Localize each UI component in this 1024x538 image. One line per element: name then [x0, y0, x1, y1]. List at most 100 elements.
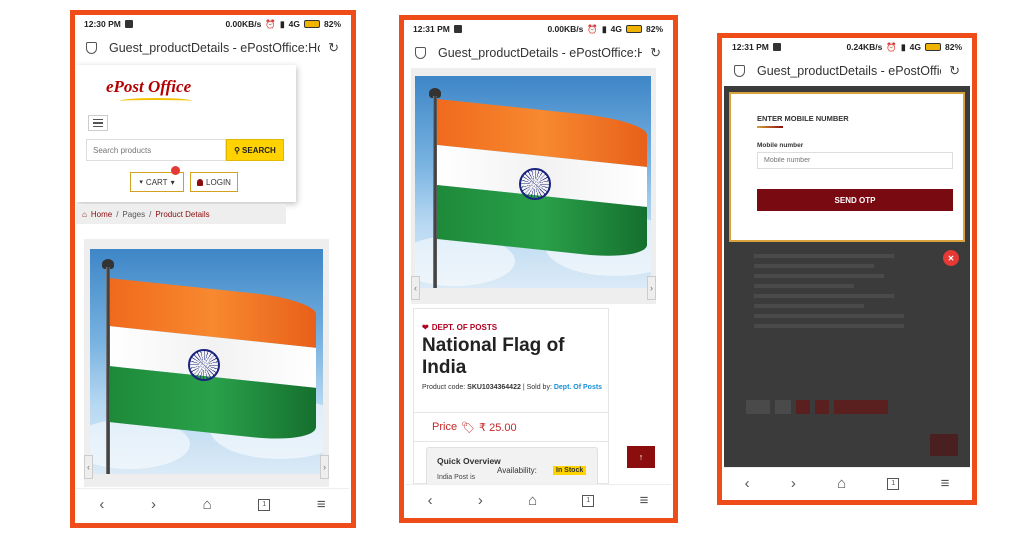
notification-icon	[772, 43, 781, 51]
home-icon[interactable]: ⌂	[837, 475, 846, 492]
tabs-icon[interactable]: 1	[258, 498, 271, 511]
logo-text: Post Office	[113, 77, 192, 96]
battery-icon	[625, 25, 642, 33]
home-icon: ⌂	[82, 209, 87, 219]
close-icon[interactable]: ✕	[943, 250, 959, 266]
ashoka-chakra	[188, 349, 220, 381]
notification-icon	[453, 25, 462, 33]
back-icon[interactable]: ‹	[428, 492, 433, 509]
back-icon[interactable]: ‹	[745, 475, 750, 492]
status-bar: 12:31 PM 0.24KB/s ⏰ ▮ 4G 82%	[724, 38, 970, 56]
dept-label: ❤ DEPT. OF POSTS	[422, 323, 497, 332]
product-code: SKU1034364422	[467, 384, 521, 391]
dept-name: DEPT. OF POSTS	[431, 323, 498, 332]
heart-icon: ❤	[422, 323, 429, 332]
scroll-top-button[interactable]: ↑	[627, 446, 655, 468]
signal-icon: ▮	[900, 41, 906, 52]
search-button-label: SEARCH	[242, 145, 276, 155]
address-bar[interactable]: Guest_productDetails - ePostOffice:Ho ↻	[76, 33, 349, 63]
menu-icon[interactable]: ≡	[640, 492, 649, 509]
address-bar[interactable]: Guest_productDetails - ePostOffice:Ho ↻	[724, 56, 970, 86]
reload-icon[interactable]: ↻	[949, 63, 960, 79]
site-logo[interactable]: ePost Office	[106, 77, 191, 97]
stock-badge: In Stock	[553, 466, 587, 475]
status-battery: 82%	[944, 42, 962, 52]
dimmed-scroll-top-button	[930, 434, 958, 456]
menu-icon[interactable]: ≡	[941, 475, 950, 492]
tag-icon: 🏷	[461, 421, 476, 434]
address-bar[interactable]: Guest_productDetails - ePostOffice:Ho ↻	[405, 38, 671, 68]
breadcrumb-separator: /	[116, 209, 119, 219]
phone-screen-3: 12:31 PM 0.24KB/s ⏰ ▮ 4G 82% Guest_produ…	[724, 38, 970, 499]
gallery-next-button[interactable]: ›	[320, 455, 329, 479]
product-meta: Product code: SKU1034364422 | Sold by: D…	[422, 382, 610, 394]
availability-label: Availability:	[497, 466, 537, 475]
menu-icon[interactable]: ≡	[317, 496, 326, 513]
page-url[interactable]: Guest_productDetails - ePostOffice:Ho	[757, 64, 941, 78]
gallery-next-button[interactable]: ›	[647, 276, 656, 300]
cart-label: CART	[145, 177, 168, 187]
user-icon	[197, 178, 204, 186]
forward-icon[interactable]: ›	[478, 492, 483, 509]
forward-icon[interactable]: ›	[151, 496, 156, 513]
search-input[interactable]	[86, 139, 226, 161]
quick-overview-box: Quick Overview India Post is Availabilit…	[426, 447, 598, 487]
shield-icon	[415, 47, 426, 59]
product-info-card: ❤ DEPT. OF POSTS National Flag of India …	[413, 308, 610, 487]
logo-swoosh	[120, 98, 192, 104]
product-image[interactable]	[90, 249, 323, 474]
product-gallery: ‹ ›	[411, 68, 656, 304]
product-gallery: ‹ ›	[84, 239, 329, 487]
gallery-prev-button[interactable]: ‹	[84, 455, 93, 479]
cart-icon: ▾	[139, 179, 143, 186]
alarm-icon: ⏰	[587, 23, 598, 34]
tabs-icon[interactable]: 1	[887, 477, 900, 490]
cart-button[interactable]: ▾ CART ▾	[130, 172, 184, 192]
hamburger-menu-button[interactable]	[88, 115, 108, 131]
gallery-prev-button[interactable]: ‹	[411, 276, 420, 300]
status-net-speed: 0.00KB/s	[225, 19, 262, 29]
breadcrumb-home[interactable]: Home	[91, 210, 112, 219]
search-icon: ⚲	[234, 145, 241, 155]
shield-icon	[734, 65, 745, 77]
breadcrumb-pages[interactable]: Pages	[122, 210, 145, 219]
login-button[interactable]: LOGIN	[190, 172, 238, 192]
status-bar: 12:31 PM 0.00KB/s ⏰ ▮ 4G 82%	[405, 20, 671, 38]
product-title: National Flag of India	[422, 335, 565, 378]
home-icon[interactable]: ⌂	[528, 492, 537, 509]
reload-icon[interactable]: ↻	[328, 40, 339, 56]
status-battery: 82%	[323, 19, 341, 29]
price-row: Price 🏷 ₹ 25.00	[414, 412, 608, 442]
page-url[interactable]: Guest_productDetails - ePostOffice:Ho	[438, 46, 642, 60]
site-header: ePost Office ⚲ SEARCH ▾ CART ▾ LOGIN	[76, 65, 296, 202]
product-code-label: Product code:	[422, 384, 466, 391]
status-signal: 4G	[288, 19, 300, 29]
status-signal: 4G	[909, 42, 921, 52]
shield-icon	[86, 42, 97, 54]
status-time: 12:31 PM	[732, 42, 769, 52]
chevron-down-icon: ▾	[170, 177, 175, 187]
quick-overview-title: Quick Overview	[437, 456, 501, 466]
alarm-icon: ⏰	[886, 41, 897, 52]
forward-icon[interactable]: ›	[791, 475, 796, 492]
dimmed-quantity-row	[746, 400, 896, 416]
page-url[interactable]: Guest_productDetails - ePostOffice:Ho	[109, 41, 320, 55]
home-icon[interactable]: ⌂	[203, 496, 212, 513]
overview-text: India Post is	[437, 474, 476, 481]
tabs-icon[interactable]: 1	[582, 494, 595, 507]
status-time: 12:31 PM	[413, 24, 450, 34]
search-button[interactable]: ⚲ SEARCH	[226, 139, 284, 161]
login-label: LOGIN	[206, 177, 231, 187]
modal-title: ENTER MOBILE NUMBER	[757, 114, 849, 123]
notification-icon	[124, 20, 133, 28]
battery-icon	[924, 43, 941, 51]
battery-icon	[303, 20, 320, 28]
reload-icon[interactable]: ↻	[650, 45, 661, 61]
send-otp-button[interactable]: SEND OTP	[757, 189, 953, 211]
product-image[interactable]	[415, 76, 651, 288]
mobile-number-input[interactable]	[757, 152, 953, 169]
status-net-speed: 0.00KB/s	[547, 24, 584, 34]
status-bar: 12:30 PM 0.00KB/s ⏰ ▮ 4G 82%	[76, 15, 349, 33]
sold-by-link[interactable]: Dept. Of Posts	[554, 384, 602, 391]
back-icon[interactable]: ‹	[99, 496, 104, 513]
